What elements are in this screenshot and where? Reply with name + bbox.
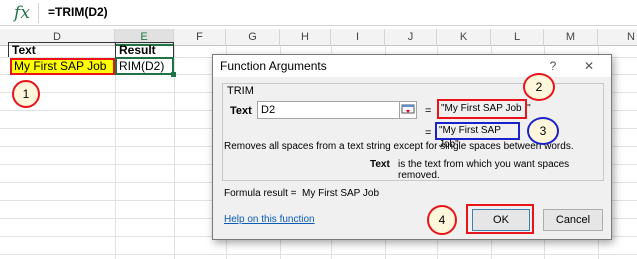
- grid-line: [174, 46, 175, 259]
- dialog-titlebar[interactable]: Function Arguments ? ✕: [213, 55, 611, 77]
- function-name: TRIM: [227, 85, 254, 97]
- function-result: "My First SAP Job": [435, 122, 520, 150]
- help-icon[interactable]: ?: [541, 57, 565, 75]
- ok-button[interactable]: OK: [472, 209, 530, 231]
- formula-input[interactable]: =TRIM(D2): [48, 5, 108, 19]
- cell-e2[interactable]: RIM(D2): [115, 57, 174, 75]
- annotation-marker-1: 1: [12, 80, 40, 108]
- range-select-icon: [401, 104, 415, 114]
- grid-line: [0, 254, 637, 255]
- equals-sign: =: [425, 127, 432, 139]
- cell-e1[interactable]: Result: [117, 43, 174, 58]
- column-header-g[interactable]: G: [226, 29, 280, 46]
- column-header-f[interactable]: F: [174, 29, 226, 46]
- annotation-marker-4: 4: [427, 205, 457, 235]
- argument-label: Text: [230, 105, 252, 117]
- formula-bar: fx =TRIM(D2): [0, 0, 637, 26]
- formula-result-value: My First SAP Job: [302, 188, 380, 199]
- formula-bar-divider: [38, 3, 39, 23]
- annotation-marker-3: 3: [527, 117, 559, 145]
- column-header-n[interactable]: N: [598, 29, 637, 46]
- argument-input[interactable]: D2: [257, 101, 401, 119]
- fill-handle[interactable]: [171, 72, 176, 77]
- argument-help-name: Text: [370, 159, 390, 170]
- column-header-h[interactable]: H: [280, 29, 331, 46]
- cell-d2[interactable]: My First SAP Job: [10, 58, 115, 75]
- cancel-button[interactable]: Cancel: [543, 209, 603, 231]
- cell-d1[interactable]: Text: [10, 43, 115, 58]
- close-icon[interactable]: ✕: [577, 57, 601, 75]
- fx-icon[interactable]: fx: [8, 2, 36, 24]
- equals-sign: =: [425, 105, 432, 117]
- argument-result: "My First SAP Job ": [437, 99, 531, 119]
- help-link[interactable]: Help on this function: [224, 214, 315, 225]
- collapse-dialog-button[interactable]: [399, 101, 417, 119]
- argument-help-text: is the text from which you want spaces r…: [398, 159, 570, 181]
- formula-result-label: Formula result =: [224, 188, 297, 199]
- column-header-l[interactable]: L: [491, 29, 544, 46]
- column-header-m[interactable]: M: [544, 29, 598, 46]
- annotation-marker-2: 2: [523, 73, 555, 101]
- dialog-title: Function Arguments: [220, 59, 327, 73]
- column-header-j[interactable]: J: [385, 29, 437, 46]
- function-arguments-dialog: Function Arguments ? ✕ TRIM Text D2 = "M…: [212, 54, 612, 240]
- column-header-k[interactable]: K: [437, 29, 491, 46]
- grid-line: [115, 46, 116, 259]
- column-header-i[interactable]: I: [331, 29, 385, 46]
